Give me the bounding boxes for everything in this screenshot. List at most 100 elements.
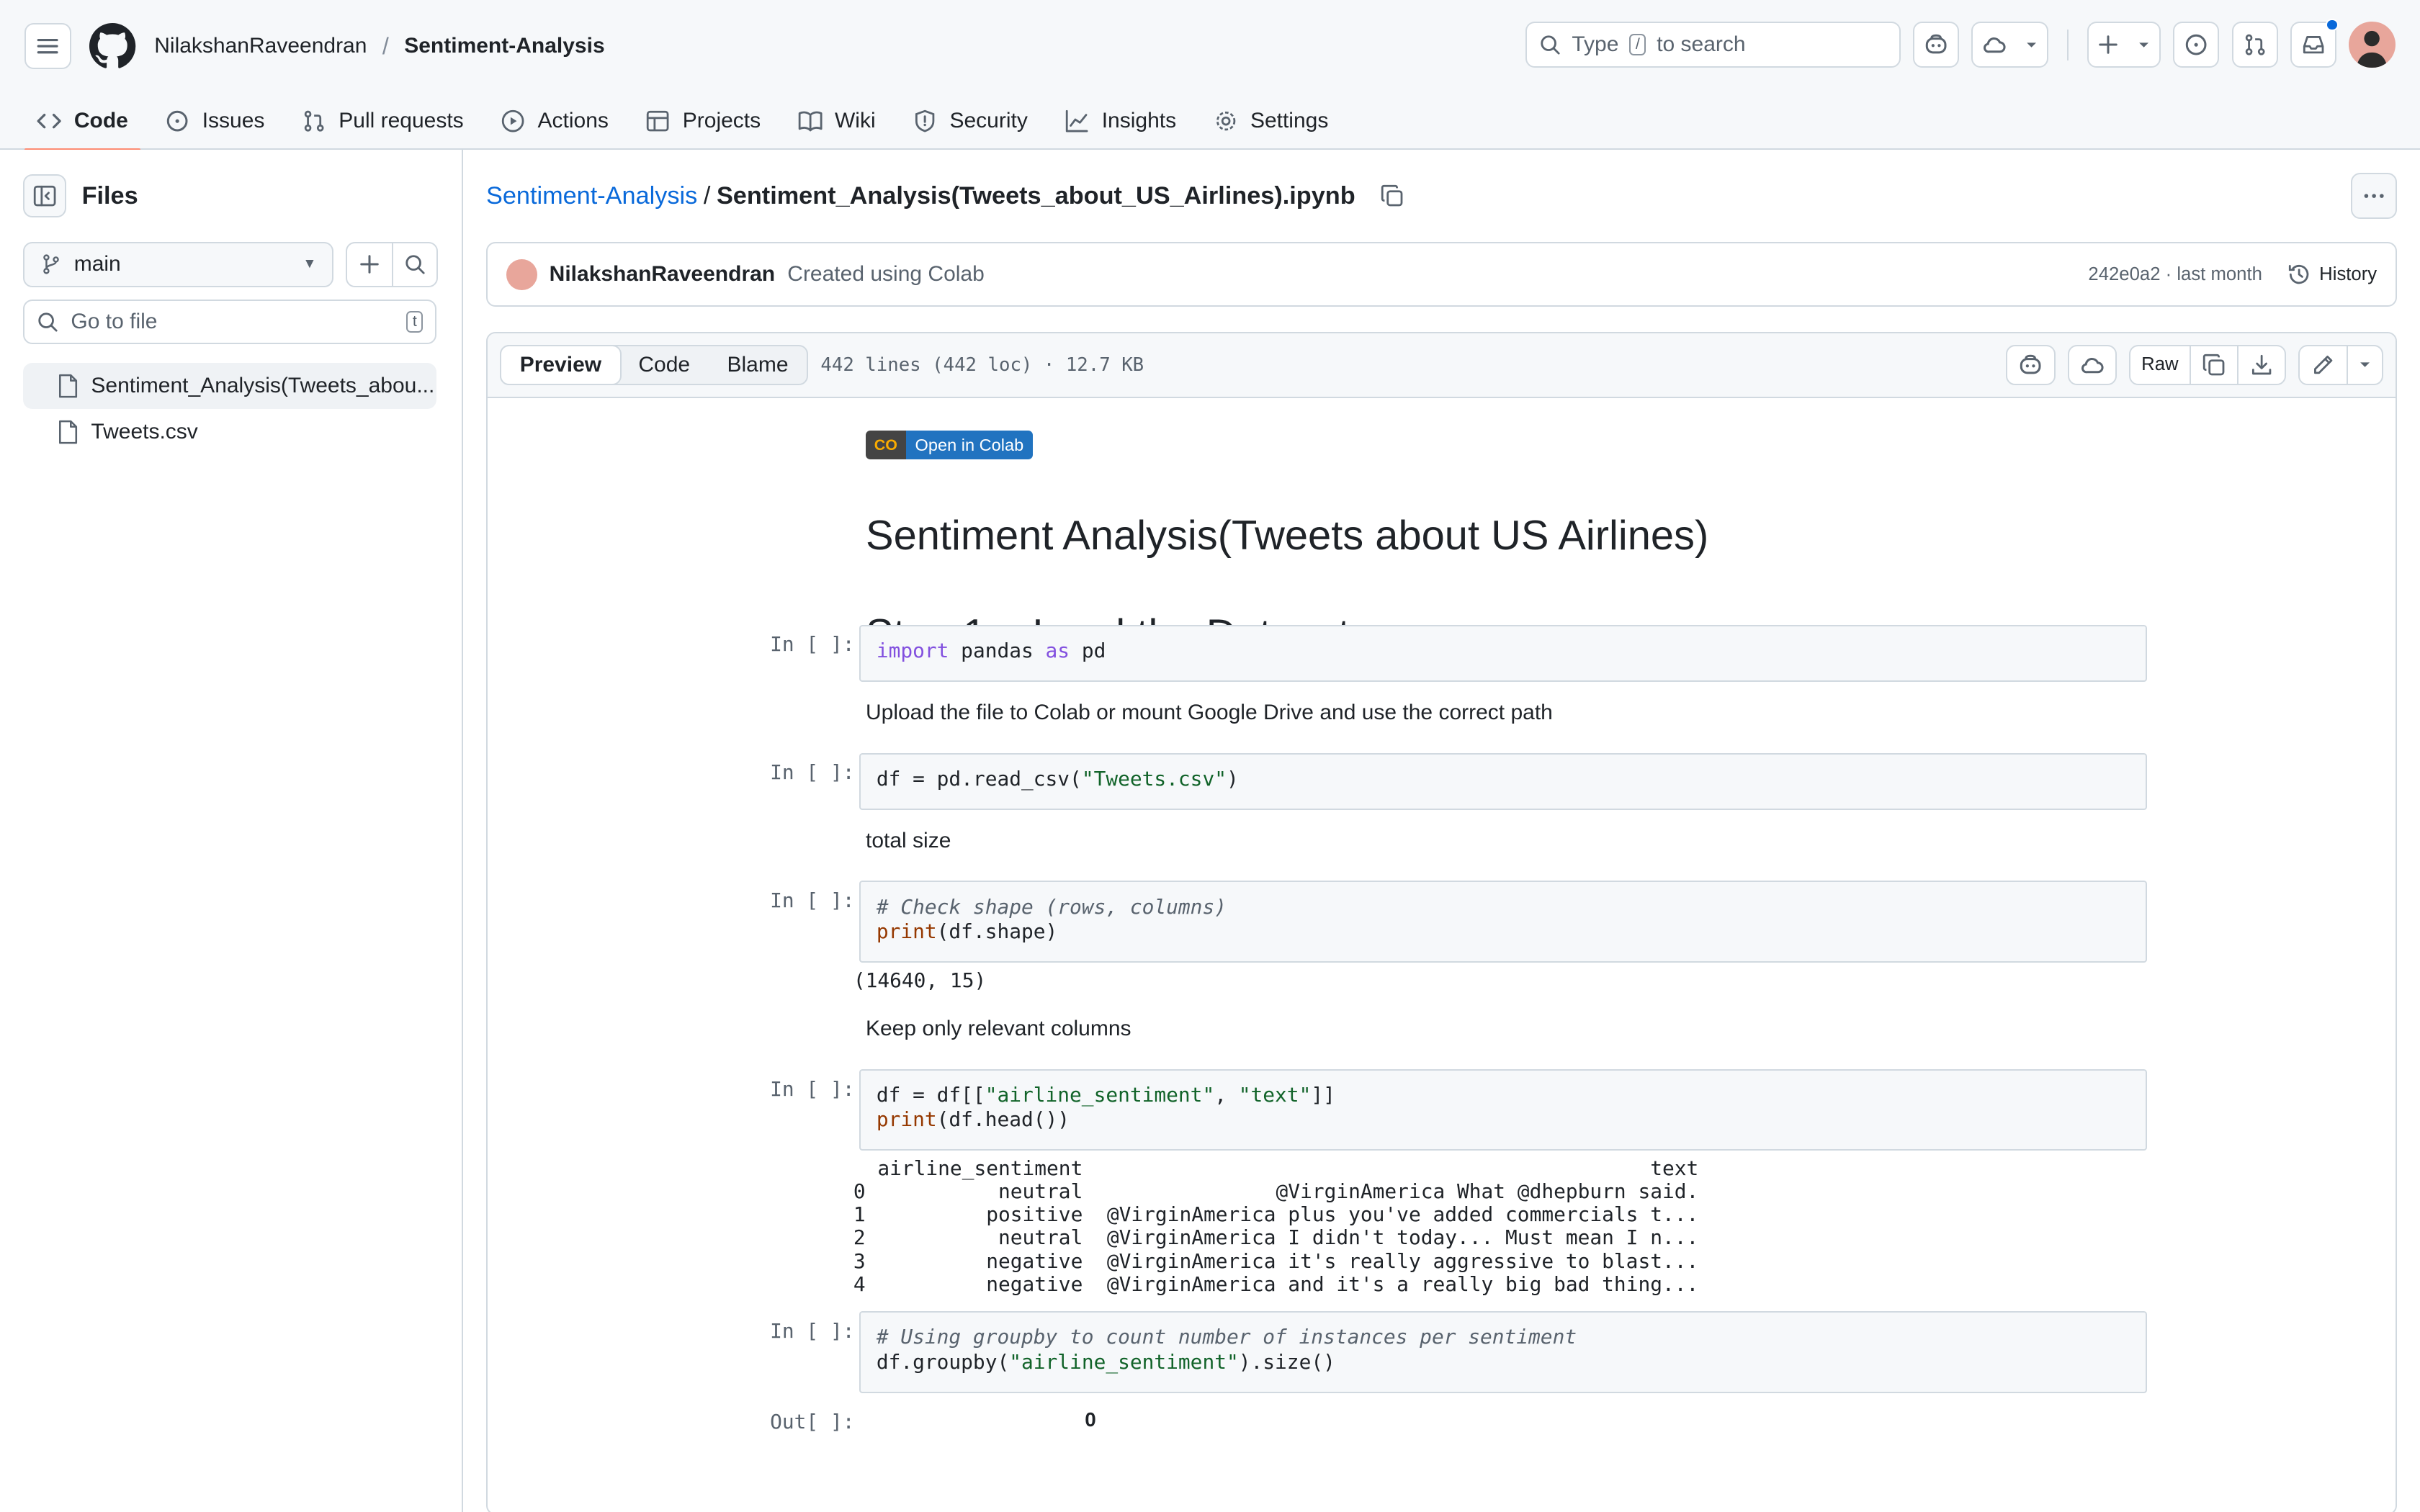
code-cell: import pandas as pd — [859, 624, 2147, 682]
tab-settings[interactable]: Settings — [1201, 93, 1340, 150]
copy-raw-button[interactable] — [2189, 346, 2237, 384]
code-token: import — [876, 638, 949, 662]
raw-copy-download-group: Raw — [2129, 344, 2287, 385]
pencil-icon — [2314, 355, 2333, 374]
latest-commit-bar: NilakshanRaveendran Created using Colab … — [485, 242, 2397, 307]
copilot-icon — [2020, 354, 2041, 374]
global-header: NilakshanRaveendran / Sentiment-Analysis… — [0, 0, 2420, 151]
copilot-button[interactable] — [1914, 23, 1958, 66]
code-icon — [37, 114, 62, 129]
code-token: df = df[[ — [876, 1082, 985, 1107]
notebook-title: Sentiment Analysis(Tweets about US Airli… — [865, 513, 1709, 559]
commit-author-avatar[interactable] — [506, 258, 537, 290]
code-cell: # Using groupby to count number of insta… — [859, 1311, 2147, 1393]
owner-link[interactable]: NilakshanRaveendran — [154, 34, 367, 58]
file-tree-item[interactable]: Tweets.csv — [23, 409, 436, 455]
more-options-button[interactable] — [2350, 172, 2397, 220]
repo-link[interactable]: Sentiment-Analysis — [404, 34, 604, 58]
search-files-button[interactable] — [392, 243, 436, 286]
user-avatar[interactable] — [2349, 22, 2396, 68]
file-tree-item[interactable]: Sentiment_Analysis(Tweets_abou... — [23, 362, 437, 409]
branch-selector[interactable]: main ▼ — [23, 242, 333, 287]
issue-opened-icon — [167, 110, 188, 132]
edit-button[interactable] — [2300, 346, 2346, 384]
input-prompt: In [ ]: — [770, 1318, 855, 1343]
cell-output: (14640, 15) — [853, 968, 987, 992]
file-icon — [59, 374, 78, 397]
play-icon — [501, 109, 524, 132]
code-cell: df = pd.read_csv("Tweets.csv") — [859, 752, 2147, 810]
tab-code[interactable]: Code — [24, 93, 140, 151]
repo-nav-tabs: Code Issues Pull requests Actions Projec… — [24, 93, 1353, 151]
tab-label: Pull requests — [339, 109, 464, 133]
breadcrumb-separator: / — [382, 32, 389, 59]
plus-icon — [2099, 35, 2118, 54]
branch-name: main — [73, 252, 121, 276]
search-input[interactable]: Type / to search — [1525, 22, 1901, 68]
tab-pull-requests[interactable]: Pull requests — [290, 93, 476, 150]
tab-security[interactable]: Security — [900, 93, 1040, 150]
copy-icon — [1381, 185, 1403, 207]
file-content-box: Preview Code Blame 442 lines (442 loc) ·… — [485, 331, 2397, 1512]
raw-button[interactable]: Raw — [2130, 346, 2189, 384]
go-to-file-placeholder: Go to file — [71, 309, 158, 333]
code-token: pandas — [949, 638, 1046, 662]
edit-options-button[interactable] — [2346, 346, 2382, 384]
graph-icon — [1066, 109, 1088, 132]
commit-message[interactable]: Created using Colab — [787, 262, 985, 287]
blame-tab[interactable]: Blame — [709, 346, 807, 384]
tab-insights[interactable]: Insights — [1052, 93, 1188, 150]
breadcrumb-separator: / — [703, 181, 711, 210]
book-icon — [798, 111, 823, 132]
download-button[interactable] — [2236, 346, 2285, 384]
files-header: Files — [23, 174, 138, 218]
code-token: "airline_sentiment" — [985, 1082, 1215, 1107]
inbox-button[interactable] — [2290, 18, 2339, 68]
view-mode-switch: Preview Code Blame — [499, 344, 809, 385]
tab-issues[interactable]: Issues — [153, 93, 277, 150]
markdown-cell: total size — [865, 828, 951, 852]
tab-projects[interactable]: Projects — [633, 93, 773, 150]
chevron-down-icon — [2139, 42, 2149, 48]
code-token: (df.shape) — [936, 919, 1058, 943]
tab-actions[interactable]: Actions — [488, 93, 621, 150]
issue-opened-icon — [2185, 34, 2207, 55]
colab-badge-label: Open in Colab — [905, 430, 1034, 460]
commit-sha-time[interactable]: 242e0a2 · last month — [2088, 264, 2262, 285]
issues-button[interactable] — [2173, 22, 2220, 68]
history-icon — [2289, 265, 2309, 284]
github-logo-icon[interactable] — [89, 23, 136, 69]
open-in-colab-badge[interactable]: CO Open in Colab — [865, 430, 1034, 460]
go-to-file-input[interactable]: Go to file t — [23, 299, 437, 344]
create-new-menu[interactable] — [2087, 22, 2161, 68]
history-button[interactable]: History — [2287, 262, 2377, 287]
collapse-sidebar-button[interactable] — [23, 174, 67, 218]
download-icon — [2251, 354, 2272, 374]
commit-author[interactable]: NilakshanRaveendran — [550, 262, 775, 287]
history-label: History — [2319, 264, 2378, 284]
code-token: ) — [1226, 766, 1239, 791]
git-pull-request-icon — [2245, 34, 2265, 55]
code-tab[interactable]: Code — [620, 346, 709, 384]
file-view: Sentiment-Analysis / Sentiment_Analysis(… — [463, 150, 2420, 1512]
codespace-button[interactable] — [2067, 344, 2118, 385]
copilot-ask-button[interactable] — [2006, 344, 2056, 385]
tab-label: Insights — [1101, 109, 1177, 133]
pull-requests-button[interactable] — [2231, 22, 2278, 68]
file-name: Tweets.csv — [91, 419, 198, 444]
code-token: print — [876, 1107, 937, 1132]
add-file-button[interactable] — [347, 243, 392, 285]
avatar-image-icon — [2357, 30, 2388, 68]
copy-path-button[interactable] — [1380, 184, 1404, 208]
code-token: "text" — [1238, 1082, 1312, 1107]
go-to-file-shortcut: t — [406, 310, 424, 333]
copilot-menu[interactable] — [1971, 22, 2048, 68]
tab-label: Actions — [537, 109, 609, 133]
code-cell: df = df[["airline_sentiment", "text"]] pr… — [859, 1068, 2147, 1151]
breadcrumb-file-name: Sentiment_Analysis(Tweets_about_US_Airli… — [716, 181, 1355, 210]
breadcrumb-repo-link[interactable]: Sentiment-Analysis — [486, 182, 697, 210]
search-suffix: to search — [1657, 32, 1746, 57]
tab-wiki[interactable]: Wiki — [785, 93, 887, 150]
preview-tab[interactable]: Preview — [499, 344, 622, 385]
menu-button[interactable] — [24, 23, 71, 70]
